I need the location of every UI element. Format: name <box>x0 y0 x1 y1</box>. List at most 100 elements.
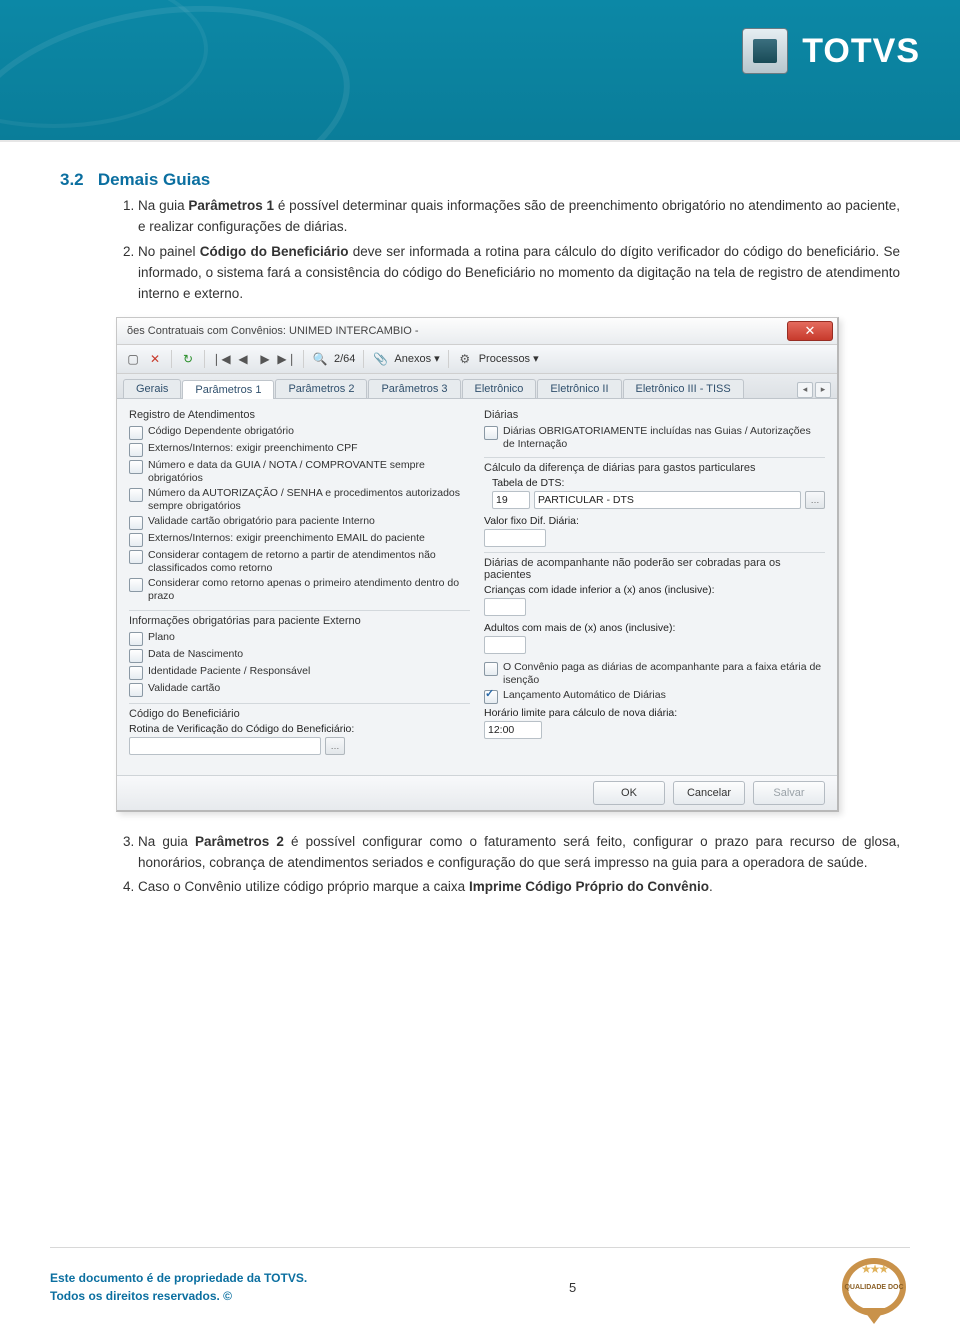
checkbox-icon[interactable] <box>129 550 143 564</box>
checkbox-row[interactable]: Externos/Internos: exigir preenchimento … <box>129 441 470 458</box>
section-title: Demais Guias <box>98 170 210 189</box>
tab-scroll-right[interactable]: ▸ <box>815 382 831 398</box>
ok-button[interactable]: OK <box>593 781 665 805</box>
checkbox-row[interactable]: Data de Nascimento <box>129 647 470 664</box>
tab-eletronico-3-tiss[interactable]: Eletrônico III - TISS <box>623 379 744 398</box>
checkbox-icon[interactable] <box>129 516 143 530</box>
tab-gerais[interactable]: Gerais <box>123 379 181 398</box>
next-icon[interactable]: ▶ <box>257 351 273 367</box>
calc-label: Cálculo da diferença de diárias para gas… <box>484 462 825 474</box>
checkbox-icon[interactable] <box>129 632 143 646</box>
window-title: ões Contratuais com Convênios: UNIMED IN… <box>127 325 419 337</box>
search-icon[interactable]: 🔍 <box>312 351 328 367</box>
tabela-dts-desc[interactable]: PARTICULAR - DTS <box>534 491 801 509</box>
checkbox-row[interactable]: Externos/Internos: exigir preenchimento … <box>129 531 470 548</box>
delete-icon[interactable]: ✕ <box>147 351 163 367</box>
dialog-footer: OK Cancelar Salvar <box>117 775 837 810</box>
checkbox-row[interactable]: Identidade Paciente / Responsável <box>129 664 470 681</box>
first-icon[interactable]: ❘◀ <box>213 351 229 367</box>
last-icon[interactable]: ▶❘ <box>279 351 295 367</box>
acomp-label: Diárias de acompanhante não poderão ser … <box>484 557 825 581</box>
group-info-ext: Informações obrigatórias para paciente E… <box>129 615 470 627</box>
criancas-label: Crianças com idade inferior a (x) anos (… <box>484 584 715 596</box>
checkbox-row[interactable]: Considerar contagem de retorno a partir … <box>129 548 470 576</box>
horario-label: Horário limite para cálculo de nova diár… <box>484 707 677 719</box>
valor-fixo-input[interactable] <box>484 529 546 547</box>
tabela-dts-code[interactable]: 19 <box>492 491 530 509</box>
prev-icon[interactable]: ◀ <box>235 351 251 367</box>
process-icon: ⚙ <box>457 351 473 367</box>
divider <box>129 610 470 611</box>
rotina-verificacao-input[interactable] <box>129 737 321 755</box>
lookup-button[interactable]: … <box>805 491 825 509</box>
list-item: No painel Código do Beneficiário deve se… <box>138 242 900 305</box>
divider <box>129 703 470 704</box>
criancas-input[interactable] <box>484 598 526 616</box>
separator <box>303 350 304 368</box>
checkbox-icon[interactable] <box>129 666 143 680</box>
tab-parametros-2[interactable]: Parâmetros 2 <box>275 379 367 398</box>
page-number: 5 <box>569 1280 576 1295</box>
divider <box>484 552 825 553</box>
ordered-list-bottom: Na guia Parâmetros 2 é possível configur… <box>60 832 900 899</box>
checkbox-icon[interactable] <box>129 683 143 697</box>
ownership-notice: Este documento é de propriedade da TOTVS… <box>50 1269 307 1305</box>
list-item: Caso o Convênio utilize código próprio m… <box>138 877 900 898</box>
horario-input[interactable]: 12:00 <box>484 721 542 739</box>
checkbox-icon[interactable] <box>484 426 498 440</box>
list-item: Na guia Parâmetros 1 é possível determin… <box>138 196 900 238</box>
checkbox-row[interactable]: Diárias OBRIGATORIAMENTE incluídas nas G… <box>484 424 825 452</box>
checkbox-row[interactable]: Considerar como retorno apenas o primeir… <box>129 576 470 604</box>
close-button[interactable]: ✕ <box>787 321 833 341</box>
brand-cube-icon <box>742 28 788 74</box>
checkbox-icon[interactable] <box>484 662 498 676</box>
separator <box>171 350 172 368</box>
adultos-input[interactable] <box>484 636 526 654</box>
checkbox-icon[interactable] <box>129 578 143 592</box>
group-registro: Registro de Atendimentos <box>129 409 470 421</box>
checkbox-row[interactable]: O Convênio paga as diárias de acompanhan… <box>484 660 825 688</box>
new-icon[interactable]: ▢ <box>125 351 141 367</box>
separator <box>363 350 364 368</box>
quality-stamp-icon: ★★★ QUALIDADE DOC <box>838 1254 910 1320</box>
checkbox-icon[interactable] <box>129 426 143 440</box>
group-diarias: Diárias <box>484 409 825 421</box>
checkbox-icon[interactable] <box>129 488 143 502</box>
checkbox-icon[interactable] <box>129 649 143 663</box>
footer-divider <box>50 1247 910 1248</box>
checkbox-icon[interactable] <box>129 460 143 474</box>
checkbox-row[interactable]: Plano <box>129 630 470 647</box>
checkbox-row[interactable]: Número da AUTORIZAÇÃO / SENHA e procedim… <box>129 486 470 514</box>
separator <box>448 350 449 368</box>
group-beneficiario: Código do Beneficiário <box>129 708 470 720</box>
tab-parametros-3[interactable]: Parâmetros 3 <box>368 379 460 398</box>
checkbox-row[interactable]: Código Dependente obrigatório <box>129 424 470 441</box>
tabs-bar: Gerais Parâmetros 1 Parâmetros 2 Parâmet… <box>117 374 837 399</box>
anexos-menu[interactable]: Anexos ▾ <box>394 352 439 365</box>
checkbox-row[interactable]: Validade cartão <box>129 681 470 698</box>
tab-parametros-1[interactable]: Parâmetros 1 <box>182 380 274 399</box>
checkbox-row[interactable]: Número e data da GUIA / NOTA / COMPROVAN… <box>129 458 470 486</box>
benef-label: Rotina de Verificação do Código do Benef… <box>129 723 470 735</box>
valor-fixo-label: Valor fixo Dif. Diária: <box>484 515 579 527</box>
checkbox-row[interactable]: Lançamento Automático de Diárias <box>484 688 825 705</box>
refresh-icon[interactable]: ↻ <box>180 351 196 367</box>
save-button[interactable]: Salvar <box>753 781 825 805</box>
tab-eletronico[interactable]: Eletrônico <box>462 379 537 398</box>
app-window: ões Contratuais com Convênios: UNIMED IN… <box>116 317 839 812</box>
divider <box>484 457 825 458</box>
tab-eletronico-2[interactable]: Eletrônico II <box>537 379 621 398</box>
tab-scroll-left[interactable]: ◂ <box>797 382 813 398</box>
separator <box>204 350 205 368</box>
attach-icon: 📎 <box>372 351 388 367</box>
cancel-button[interactable]: Cancelar <box>673 781 745 805</box>
processos-menu[interactable]: Processos ▾ <box>479 352 539 365</box>
tab-scroll: ◂ ▸ <box>797 382 831 398</box>
checkbox-icon[interactable] <box>129 443 143 457</box>
header-band: TOTVS <box>0 0 960 142</box>
lookup-button[interactable]: … <box>325 737 345 755</box>
checkbox-row[interactable]: Validade cartão obrigatório para pacient… <box>129 514 470 531</box>
checkbox-icon[interactable] <box>129 533 143 547</box>
tabela-dts-label: Tabela de DTS: <box>492 477 564 489</box>
checkbox-icon[interactable] <box>484 690 498 704</box>
